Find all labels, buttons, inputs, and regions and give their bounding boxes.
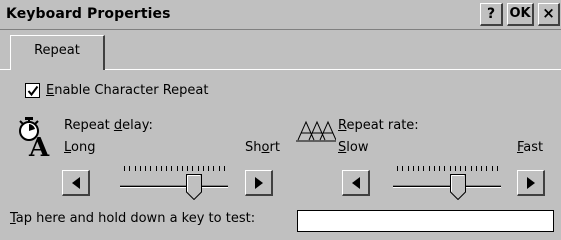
delay-slider-thumb[interactable] xyxy=(186,174,202,200)
checkmark-icon xyxy=(27,85,39,97)
rate-slider-ticks xyxy=(397,166,498,171)
arrow-right-icon xyxy=(255,177,263,189)
title-bar: Keyboard Properties ? OK × xyxy=(0,0,561,30)
arrow-left-icon xyxy=(72,177,80,189)
delay-increase-button[interactable] xyxy=(245,170,273,196)
delay-long-label: Long xyxy=(64,140,96,155)
repeat-delay-label: Repeat delay: xyxy=(64,118,153,133)
rate-slider-track xyxy=(393,185,501,188)
svg-text:A: A xyxy=(28,133,50,158)
enable-repeat-label[interactable]: Enable Character Repeat xyxy=(46,83,209,98)
rate-slider-thumb[interactable] xyxy=(450,174,466,200)
delay-decrease-button[interactable] xyxy=(62,170,90,196)
help-button[interactable]: ? xyxy=(480,3,503,26)
repeat-rate-label: Repeat rate: xyxy=(338,118,419,133)
window-title: Keyboard Properties xyxy=(6,6,171,22)
enable-repeat-text: nable Character Repeat xyxy=(54,83,209,98)
repeat-rate-slider[interactable] xyxy=(393,165,501,201)
delay-short-label: Short xyxy=(245,140,280,155)
arrow-right-icon xyxy=(527,177,535,189)
rate-increase-button[interactable] xyxy=(517,170,545,196)
tab-repeat[interactable]: Repeat xyxy=(10,35,105,70)
rate-decrease-button[interactable] xyxy=(342,170,370,196)
close-button[interactable]: × xyxy=(538,3,560,26)
rate-fast-label: Fast xyxy=(517,140,544,155)
tab-panel-join xyxy=(11,68,103,71)
delay-slider-track xyxy=(120,185,228,188)
enable-repeat-accel: E xyxy=(46,83,55,98)
ok-button[interactable]: OK xyxy=(507,3,534,26)
enable-repeat-checkbox[interactable] xyxy=(25,83,40,98)
arrow-left-icon xyxy=(352,177,360,189)
test-field-label: Tap here and hold down a key to test: xyxy=(10,211,256,226)
stopwatch-a-icon: A xyxy=(19,117,50,158)
delay-slider-ticks xyxy=(124,166,225,171)
aaa-repeat-icon xyxy=(296,120,336,142)
test-input[interactable] xyxy=(297,210,554,232)
rate-slow-label: Slow xyxy=(338,140,369,155)
repeat-delay-slider[interactable] xyxy=(120,165,228,201)
